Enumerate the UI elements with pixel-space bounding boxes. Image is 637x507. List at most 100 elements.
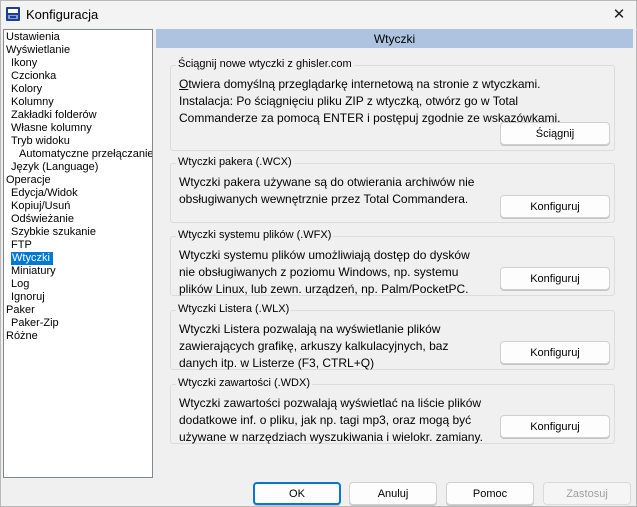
tree-item-label: Kolumny — [11, 96, 54, 108]
wlx-line-1: Wtyczki Listera pozwalają na wyświetlani… — [179, 322, 441, 336]
tree-item[interactable]: Kolory — [4, 83, 152, 96]
tree-item[interactable]: Log — [4, 278, 152, 291]
download-group-title: Ściągnij nowe wtyczki z ghisler.com — [176, 58, 354, 70]
tree-item-label: Edycja/Widok — [11, 187, 78, 199]
download-line-1: Otwiera domyślną przeglądarkę internetow… — [179, 77, 541, 91]
title-bar: Konfiguracja ✕ — [1, 1, 636, 28]
tree-item[interactable]: Edycja/Widok — [4, 187, 152, 200]
tree-item-label: Operacje — [6, 174, 51, 186]
wdx-configure-button[interactable]: Konfiguruj — [500, 415, 610, 438]
tree-item[interactable]: Kopiuj/Usuń — [4, 200, 152, 213]
tree-item-label: Czcionka — [11, 70, 57, 82]
tree-item[interactable]: Ikony — [4, 57, 152, 70]
tree-item-label: Kolory — [11, 83, 43, 95]
wlx-group-title: Wtyczki Listera (.WLX) — [176, 303, 292, 315]
tree-item-label: Różne — [6, 330, 38, 342]
tree-item[interactable]: FTP — [4, 239, 152, 252]
app-icon — [5, 6, 21, 22]
wdx-group-title: Wtyczki zawartości (.WDX) — [176, 377, 312, 389]
tree-item[interactable]: Odświeżanie — [4, 213, 152, 226]
wfx-line-3: plików Linux, lub zewn. urządzeń, np. Pa… — [179, 282, 469, 296]
tree-item[interactable]: Różne — [4, 330, 152, 343]
tree-item[interactable]: Operacje — [4, 174, 152, 187]
wlx-plugins-group: Wtyczki Listera (.WLX) Wtyczki Listera p… — [170, 303, 615, 372]
tree-item-label: Kopiuj/Usuń — [11, 200, 71, 212]
tree-item-label: Log — [11, 278, 30, 290]
wfx-configure-label: Konfiguruj — [530, 272, 580, 285]
settings-tree[interactable]: Ustawienia Wyświetlanie Ikony Czcionka Kolor… — [3, 29, 153, 478]
apply-button-label: Zastosuj — [566, 487, 608, 500]
tree-item-label: Ignoruj — [11, 291, 45, 303]
tree-item-label: Wtyczki — [11, 252, 53, 265]
wfx-description: Wtyczki systemu plików umożliwiają dostę… — [179, 247, 470, 298]
apply-button[interactable]: Zastosuj — [543, 482, 631, 505]
wlx-configure-button[interactable]: Konfiguruj — [500, 341, 610, 364]
tree-item[interactable]: Miniatury — [4, 265, 152, 278]
tree-item-label: Ikony — [11, 57, 38, 69]
tree-item[interactable]: Paker-Zip — [4, 317, 152, 330]
download-line-2: Instalacja: Po ściągnięciu pliku ZIP z w… — [179, 94, 519, 108]
tree-item[interactable]: Ignoruj — [4, 291, 152, 304]
tree-item[interactable]: Wtyczki — [4, 252, 152, 265]
wfx-plugins-group: Wtyczki systemu plików (.WFX) Wtyczki sy… — [170, 229, 615, 298]
tree-item[interactable]: Szybkie szukanie — [4, 226, 152, 239]
tree-item-label: Paker-Zip — [11, 317, 59, 329]
tree-item[interactable]: Tryb widoku — [4, 135, 152, 148]
tree-item-label: Własne kolumny — [11, 122, 92, 134]
ok-button-label: OK — [289, 487, 305, 500]
tree-item-label: Tryb widoku — [11, 135, 70, 147]
tree-item-label: FTP — [11, 239, 32, 251]
tree-item-label: Zakładki folderów — [11, 109, 97, 121]
wdx-description: Wtyczki zawartości pozwalają wyświetlać … — [179, 395, 483, 446]
tree-item[interactable]: Ustawienia — [4, 31, 152, 44]
wfx-line-2: nie obsługiwanych z poziomu Windows, np.… — [179, 265, 459, 279]
help-button-label: Pomoc — [472, 487, 508, 500]
wdx-configure-label: Konfiguruj — [530, 420, 580, 433]
wfx-configure-button[interactable]: Konfiguruj — [500, 267, 610, 290]
wdx-line-2: dodatkowe inf. o pliku, jak np. tagi mp3… — [179, 413, 472, 427]
tree-item[interactable]: Wyświetlanie — [4, 44, 152, 57]
tree-item-label: Miniatury — [11, 265, 56, 277]
tree-item-label: Automatyczne przełączanie — [19, 148, 153, 160]
tree-item[interactable]: Czcionka — [4, 70, 152, 83]
tree-item[interactable]: Automatyczne przełączanie — [4, 148, 152, 161]
download-plugins-group: Ściągnij nowe wtyczki z ghisler.com Otwi… — [170, 58, 615, 151]
config-window: Konfiguracja ✕ Ustawienia Wyświetlanie Iko… — [0, 0, 637, 507]
tree-item-label: Ustawienia — [6, 31, 60, 43]
tree-item[interactable]: Paker — [4, 304, 152, 317]
wdx-plugins-group: Wtyczki zawartości (.WDX) Wtyczki zawart… — [170, 377, 615, 446]
cancel-button[interactable]: Anuluj — [349, 482, 437, 505]
tree-item[interactable]: Własne kolumny — [4, 122, 152, 135]
wdx-line-1: Wtyczki zawartości pozwalają wyświetlać … — [179, 396, 482, 410]
wcx-group-title: Wtyczki pakera (.WCX) — [176, 156, 294, 168]
ok-button[interactable]: OK — [253, 482, 341, 505]
wcx-plugins-group: Wtyczki pakera (.WCX) Wtyczki pakera uży… — [170, 156, 615, 223]
tree-item-label: Szybkie szukanie — [11, 226, 96, 238]
download-button[interactable]: Ściągnij — [500, 122, 610, 145]
wlx-line-3: danych itp. w Listerze (F3, CTRL+Q) — [179, 356, 375, 370]
wcx-line-1: Wtyczki pakera używane są do otwierania … — [179, 175, 475, 189]
tree-item-label: Paker — [6, 304, 35, 316]
wdx-line-3: używane w narzędziach wyszukiwania i wie… — [179, 430, 483, 444]
wfx-group-title: Wtyczki systemu plików (.WFX) — [176, 229, 334, 241]
window-title: Konfiguracja — [26, 7, 99, 22]
wcx-line-2: obsługiwanych wewnętrznie przez Total Co… — [179, 192, 469, 206]
wfx-line-1: Wtyczki systemu plików umożliwiają dostę… — [179, 248, 470, 262]
tree-item-label: Język (Language) — [11, 161, 99, 173]
wlx-line-2: zawierających grafikę, arkuszy kalkulacy… — [179, 339, 449, 353]
help-button[interactable]: Pomoc — [446, 482, 534, 505]
tree-item[interactable]: Język (Language) — [4, 161, 152, 174]
wcx-description: Wtyczki pakera używane są do otwierania … — [179, 174, 474, 208]
wcx-configure-button[interactable]: Konfiguruj — [500, 195, 610, 218]
wlx-configure-label: Konfiguruj — [530, 346, 580, 359]
wcx-configure-label: Konfiguruj — [530, 200, 580, 213]
close-icon[interactable]: ✕ — [608, 4, 630, 24]
tree-item-label: Wyświetlanie — [6, 44, 71, 56]
wlx-description: Wtyczki Listera pozwalają na wyświetlani… — [179, 321, 448, 372]
tree-item-label: Odświeżanie — [11, 213, 74, 225]
download-button-label: Ściągnij — [535, 127, 575, 140]
tree-item[interactable]: Kolumny — [4, 96, 152, 109]
cancel-button-label: Anuluj — [377, 487, 409, 500]
tree-item[interactable]: Zakładki folderów — [4, 109, 152, 122]
download-description: Otwiera domyślną przeglądarkę internetow… — [179, 76, 561, 127]
